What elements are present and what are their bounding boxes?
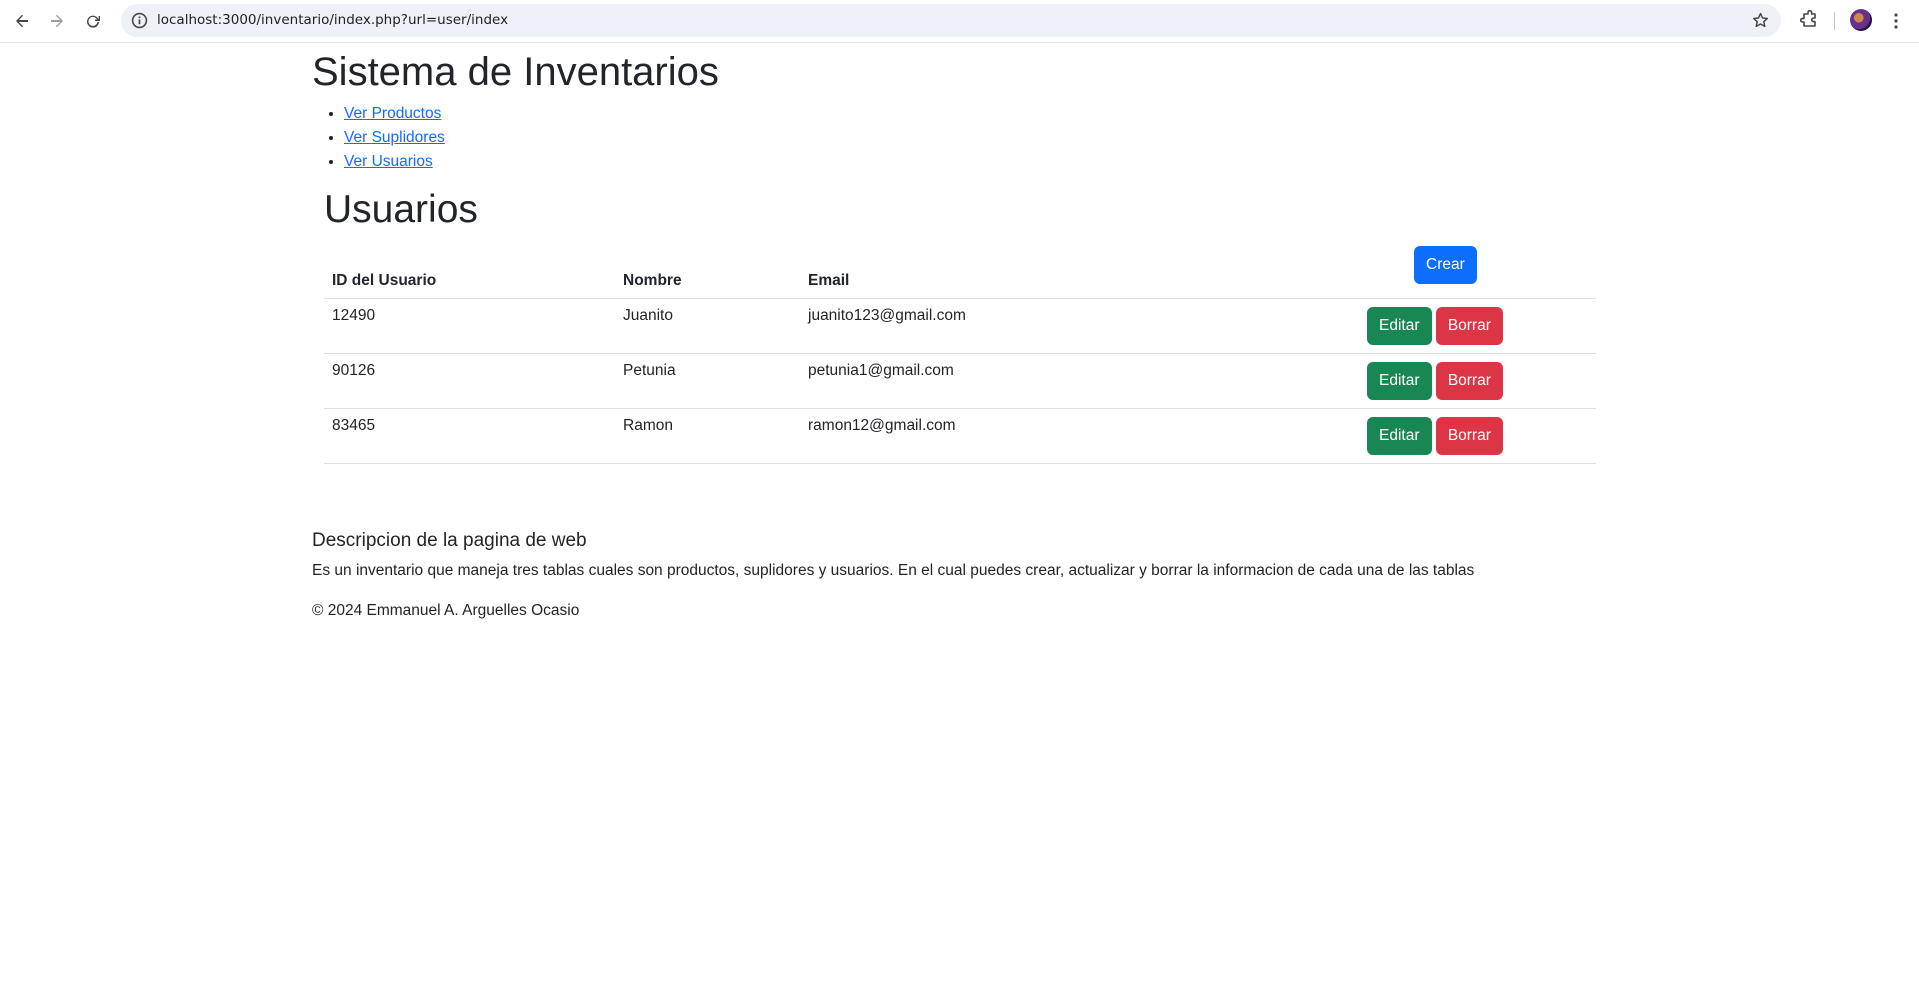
main-nav: Ver Productos Ver Suplidores Ver Usuario… [312,102,1612,174]
delete-button[interactable]: Borrar [1435,306,1503,345]
user-email-cell: petunia1@gmail.com [800,353,1335,409]
column-header-email: Email [800,246,1335,299]
footer-description: Es un inventario que maneja tres tablas … [312,562,1475,579]
column-header-name: Nombre [615,246,800,299]
actions-cell: Editar Borrar [1335,298,1596,354]
page-footer: Descripcion de la pagina de web Es un in… [312,528,1612,622]
user-email-cell: ramon12@gmail.com [800,408,1335,464]
browser-toolbar: localhost:3000/inventario/index.php?url=… [0,0,1919,43]
column-header-actions: Crear [1335,246,1596,299]
user-name-cell: Ramon [615,408,800,464]
nav-link-suplidores[interactable]: Ver Suplidores [344,129,445,146]
delete-button[interactable]: Borrar [1435,361,1503,400]
user-id-cell: 90126 [324,353,615,409]
extensions-puzzle-icon[interactable] [1798,9,1820,31]
site-info-icon[interactable] [131,12,148,29]
users-section: Usuarios ID del Usuario Nombre Email Cre… [324,186,1596,464]
nav-item-suplidores: Ver Suplidores [344,126,1612,150]
more-menu-icon[interactable] [1885,8,1907,34]
profile-avatar[interactable] [1850,9,1872,31]
nav-item-productos: Ver Productos [344,102,1612,126]
bookmark-star-icon[interactable] [1752,12,1769,29]
back-arrow-icon[interactable] [9,8,35,34]
edit-button[interactable]: Editar [1367,361,1432,400]
column-header-id: ID del Usuario [324,246,615,299]
users-table: ID del Usuario Nombre Email Crear 12490 … [324,246,1596,464]
address-bar[interactable]: localhost:3000/inventario/index.php?url=… [121,4,1781,37]
delete-button[interactable]: Borrar [1435,416,1503,455]
user-name-cell: Juanito [615,298,800,354]
user-name-cell: Petunia [615,353,800,409]
table-row: 83465 Ramon ramon12@gmail.com Editar Bor… [324,408,1596,464]
user-id-cell: 12490 [324,298,615,354]
table-header-row: ID del Usuario Nombre Email Crear [324,246,1596,299]
table-row: 12490 Juanito juanito123@gmail.com Edita… [324,298,1596,354]
users-title: Usuarios [324,188,478,231]
nav-item-usuarios: Ver Usuarios [344,150,1612,174]
create-button[interactable]: Crear [1414,246,1477,284]
edit-button[interactable]: Editar [1367,306,1432,345]
user-id-cell: 83465 [324,408,615,464]
site-title: Sistema de Inventarios [312,50,719,94]
reload-icon[interactable] [80,8,106,34]
edit-button[interactable]: Editar [1367,416,1432,455]
table-row: 90126 Petunia petunia1@gmail.com Editar … [324,353,1596,409]
forward-arrow-icon[interactable] [44,8,70,34]
footer-copyright: © 2024 Emmanuel A. Arguelles Ocasio [312,602,580,619]
user-email-cell: juanito123@gmail.com [800,298,1335,354]
page-content: Sistema de Inventarios Ver Productos Ver… [312,44,1612,619]
nav-link-productos[interactable]: Ver Productos [344,105,441,122]
actions-cell: Editar Borrar [1335,353,1596,409]
nav-link-usuarios[interactable]: Ver Usuarios [344,153,433,170]
footer-heading: Descripcion de la pagina de web [312,530,587,551]
address-url[interactable]: localhost:3000/inventario/index.php?url=… [157,4,508,37]
toolbar-divider [1834,12,1835,30]
actions-cell: Editar Borrar [1335,408,1596,464]
